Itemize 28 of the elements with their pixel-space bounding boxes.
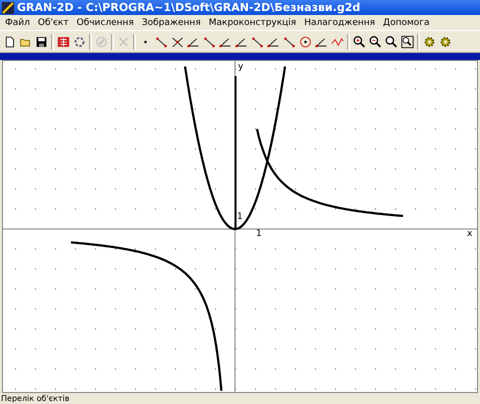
menu-item[interactable]: Налагодження [300,18,380,28]
app-icon [2,2,14,14]
table-icon[interactable] [57,34,70,49]
gear-icon[interactable] [439,34,452,49]
circle-icon[interactable] [299,34,312,49]
x-axis-label: x [467,230,472,239]
segment-icon[interactable] [155,34,168,49]
dashed-circle-icon[interactable] [73,34,86,49]
x-tick-label: 1 [256,230,262,239]
menu-item[interactable]: Зображення [138,18,205,28]
magnifier-icon[interactable] [385,34,398,49]
new-document-icon[interactable] [3,34,16,49]
window-title: GRAN-2D - C:\PROGRA~1\DSoft\GRAN-2D\Безназви.g2d [17,1,360,14]
segment-icon[interactable] [251,34,264,49]
segment-icon[interactable] [283,34,296,49]
y-axis-label: y [238,62,244,72]
menu-item[interactable]: Макроконструкція [204,18,300,28]
zoom-fit-icon[interactable] [401,34,414,49]
zoom-out-icon[interactable] [369,34,382,49]
gear-icon[interactable] [423,34,436,49]
segment-icon[interactable] [203,34,216,49]
menu-item[interactable]: Обчислення [72,18,138,28]
menu-item[interactable]: Об'єкт [34,18,73,28]
zoom-in-icon[interactable] [353,34,366,49]
menu-item[interactable]: Файл [1,18,34,28]
menu-item[interactable]: Допомога [379,18,434,28]
y-tick-label: 1 [237,212,243,222]
status-text: Перелік об'єктів [1,394,70,403]
